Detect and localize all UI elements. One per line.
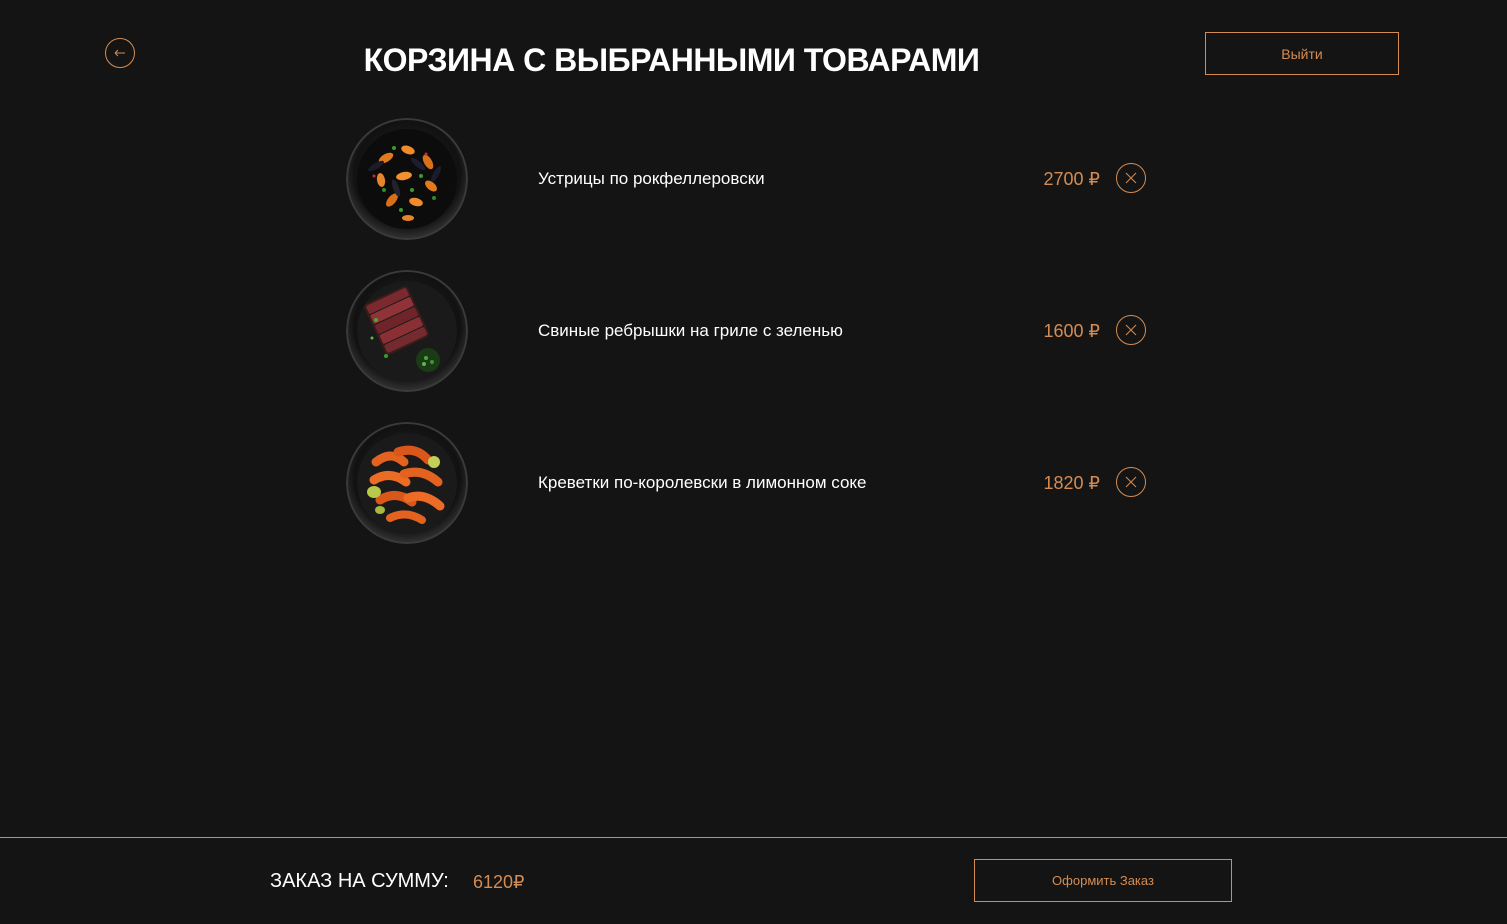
item-price: 1820 ₽ bbox=[1043, 473, 1101, 493]
remove-item-button[interactable] bbox=[1116, 467, 1146, 497]
item-name: Креветки по-королевски в лимонном соке bbox=[538, 473, 867, 492]
item-name: Свиные ребрышки на гриле с зеленью bbox=[538, 321, 843, 340]
cart-item: Креветки по-королевски в лимонном соке 1… bbox=[346, 422, 1156, 544]
close-icon bbox=[1125, 476, 1137, 488]
cart-list: Устрицы по рокфеллеровски 2700 ₽ Свиные … bbox=[346, 118, 1156, 574]
remove-item-button[interactable] bbox=[1116, 315, 1146, 345]
item-price: 2700 ₽ bbox=[1043, 169, 1101, 189]
order-total-label: ЗАКАЗ НА СУММУ: bbox=[270, 870, 449, 892]
footer-divider bbox=[0, 837, 1507, 838]
grilled-ribs-dish-image bbox=[346, 270, 468, 392]
shrimp-dish-image bbox=[346, 422, 468, 544]
page-title: КОРЗИНА С ВЫБРАННЫМИ ТОВАРАМИ bbox=[363, 42, 980, 78]
close-icon bbox=[1125, 324, 1137, 336]
cart-item: Свиные ребрышки на гриле с зеленью 1600 … bbox=[346, 270, 1156, 392]
checkout-button[interactable]: Оформить Заказ bbox=[974, 859, 1232, 902]
close-icon bbox=[1125, 172, 1137, 184]
mussels-dish-image bbox=[346, 118, 468, 240]
logout-button[interactable]: Выйти bbox=[1205, 32, 1399, 75]
remove-item-button[interactable] bbox=[1116, 163, 1146, 193]
cart-page: КОРЗИНА С ВЫБРАННЫМИ ТОВАРАМИ Выйти Устр… bbox=[0, 0, 1507, 924]
item-price: 1600 ₽ bbox=[1043, 321, 1101, 341]
order-total-value: 6120₽ bbox=[473, 872, 525, 892]
item-name: Устрицы по рокфеллеровски bbox=[538, 169, 765, 188]
cart-item: Устрицы по рокфеллеровски 2700 ₽ bbox=[346, 118, 1156, 240]
